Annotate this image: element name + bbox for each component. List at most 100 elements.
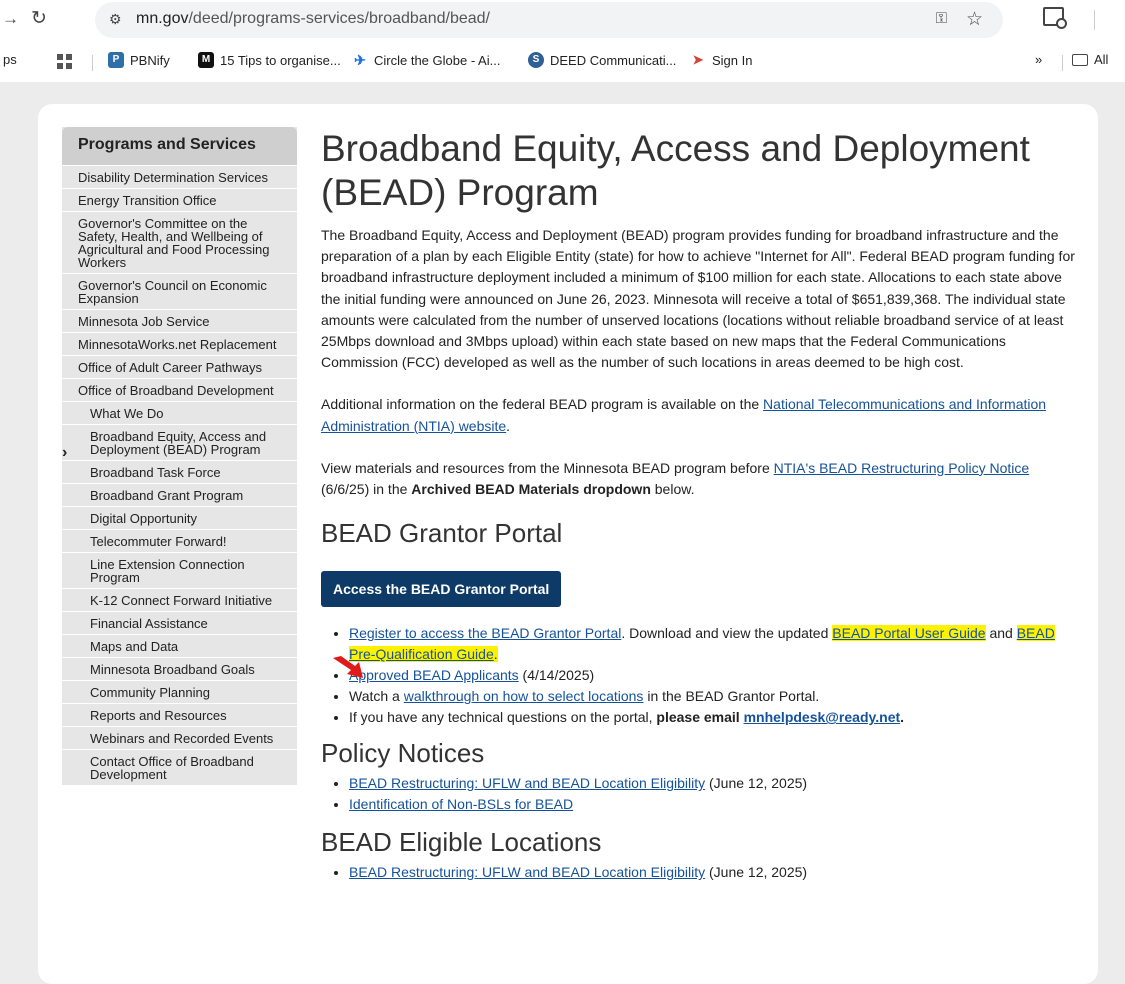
sidebar-item-label: Energy Transition Office xyxy=(78,193,217,208)
sidebar-item-label: Maps and Data xyxy=(90,639,179,654)
list-item: BEAD Restructuring: UFLW and BEAD Locati… xyxy=(349,773,1076,794)
bookmark-label: Sign In xyxy=(712,52,753,68)
restructuring-notice-link[interactable]: NTIA's BEAD Restructuring Policy Notice xyxy=(774,460,1030,476)
sidebar-item-label: Digital Opportunity xyxy=(90,511,197,526)
cast-icon[interactable] xyxy=(1043,7,1067,29)
text: . xyxy=(493,646,498,663)
sidebar-item-label: Minnesota Broadband Goals xyxy=(90,662,255,677)
bookmark-divider xyxy=(1062,55,1063,71)
password-key-icon[interactable]: ⚿ xyxy=(936,10,947,27)
folder-icon xyxy=(1072,53,1088,66)
bookmark-fragment[interactable]: ps xyxy=(3,52,17,67)
sidebar-item[interactable]: Community Planning xyxy=(62,680,297,703)
policy-link[interactable]: Identification of Non-BSLs for BEAD xyxy=(349,796,573,812)
approved-applicants-link[interactable]: Approved BEAD Applicants xyxy=(349,667,519,683)
sidebar-item-label: Broadband Task Force xyxy=(90,465,221,480)
text: If you have any technical questions on t… xyxy=(349,709,657,726)
all-bookmarks-label: All xyxy=(1094,52,1109,67)
url-host: mn.gov xyxy=(136,10,189,27)
sidebar-item[interactable]: Minnesota Job Service xyxy=(62,309,297,332)
sidebar-item[interactable]: Webinars and Recorded Events xyxy=(62,726,297,749)
grantor-portal-heading: BEAD Grantor Portal xyxy=(321,518,563,549)
url-text[interactable]: mn.gov/deed/programs-services/broadband/… xyxy=(136,10,490,28)
sidebar-item[interactable]: Digital Opportunity xyxy=(62,506,297,529)
bookmark-circle-globe[interactable]: ✈ Circle the Globe - Ai... xyxy=(352,52,500,68)
sidebar-item[interactable]: Telecommuter Forward! xyxy=(62,529,297,552)
bookmark-pbnify[interactable]: P PBNify xyxy=(108,52,170,68)
policy-list: BEAD Restructuring: UFLW and BEAD Locati… xyxy=(321,773,1076,815)
sidebar-item[interactable]: Contact Office of Broadband Development xyxy=(62,749,297,785)
list-item: If you have any technical questions on t… xyxy=(349,707,1076,728)
text: (June 12, 2025) xyxy=(705,775,808,792)
sidebar-item[interactable]: Governor's Committee on the Safety, Heal… xyxy=(62,211,297,273)
sidebar-item[interactable]: Disability Determination Services xyxy=(62,165,297,188)
apps-grid-icon[interactable] xyxy=(57,54,72,69)
bookmark-deed-communications[interactable]: S DEED Communicati... xyxy=(528,52,676,68)
list-item: Register to access the BEAD Grantor Port… xyxy=(349,623,1076,665)
all-bookmarks-button[interactable]: All xyxy=(1072,52,1108,67)
sidebar-item[interactable]: Office of Broadband Development xyxy=(62,378,297,401)
sidebar-item[interactable]: MinnesotaWorks.net Replacement xyxy=(62,332,297,355)
sidebar-item[interactable]: Governor's Council on Economic Expansion xyxy=(62,273,297,309)
register-link[interactable]: Register to access the BEAD Grantor Port… xyxy=(349,625,621,641)
pbnify-favicon-icon: P xyxy=(108,52,124,68)
sidebar-item[interactable]: Line Extension Connection Program xyxy=(62,552,297,588)
sidebar-item[interactable]: What We Do xyxy=(62,401,297,424)
sidebar-item-label: Office of Adult Career Pathways xyxy=(78,360,263,375)
eligible-link[interactable]: BEAD Restructuring: UFLW and BEAD Locati… xyxy=(349,864,705,880)
sidebar-item[interactable]: Broadband Grant Program xyxy=(62,483,297,506)
text: Additional information on the federal BE… xyxy=(321,396,764,413)
bookmark-15-tips[interactable]: M 15 Tips to organise... xyxy=(198,52,341,68)
bookmark-sign-in[interactable]: ➤ Sign In xyxy=(690,52,752,68)
portal-user-guide-link[interactable]: BEAD Portal User Guide xyxy=(832,625,986,642)
sidebar-item-label: Community Planning xyxy=(90,685,210,700)
sidebar-item[interactable]: Reports and Resources xyxy=(62,703,297,726)
page-title: Broadband Equity, Access and Deployment … xyxy=(321,128,1030,213)
sharepoint-favicon-icon: S xyxy=(528,52,544,68)
sidebar-item-label: Broadband Equity, Access and Deployment … xyxy=(90,429,267,457)
sidebar-item-label: Financial Assistance xyxy=(90,616,208,631)
sign-in-favicon-icon: ➤ xyxy=(690,52,706,68)
main-content: Broadband Equity, Access and Deployment … xyxy=(321,127,1076,883)
policy-notices-heading: Policy Notices xyxy=(321,738,485,769)
text: . xyxy=(506,417,511,434)
text: (6/6/25) in the xyxy=(321,481,412,498)
reload-icon[interactable]: ↻ xyxy=(31,7,47,30)
sidebar-item[interactable]: Maps and Data xyxy=(62,634,297,657)
policy-link[interactable]: BEAD Restructuring: UFLW and BEAD Locati… xyxy=(349,775,705,791)
walkthrough-link[interactable]: walkthrough on how to select locations xyxy=(404,688,644,704)
bookmark-label: Circle the Globe - Ai... xyxy=(374,52,501,68)
list-item: Watch a walkthrough on how to select loc… xyxy=(349,686,1076,707)
access-grantor-portal-button[interactable]: Access the BEAD Grantor Portal xyxy=(321,571,562,608)
sidebar-item[interactable]: Broadband Task Force xyxy=(62,460,297,483)
bookmark-overflow-button[interactable]: » xyxy=(1035,52,1042,67)
sidebar-item-label: Reports and Resources xyxy=(90,708,227,723)
site-info-icon[interactable]: ⚙ xyxy=(109,11,122,28)
sidebar-item-label: Minnesota Job Service xyxy=(78,314,210,329)
sidebar-item-label: What We Do xyxy=(90,406,164,421)
bookmark-star-icon[interactable]: ☆ xyxy=(966,8,983,31)
helpdesk-email-link[interactable]: mnhelpdesk@ready.net xyxy=(744,709,901,725)
bookmark-label: 15 Tips to organise... xyxy=(220,52,341,68)
programs-sidebar: Programs and Services Disability Determi… xyxy=(62,127,297,785)
bookmark-divider xyxy=(92,55,93,71)
sidebar-item-label: Governor's Committee on the Safety, Heal… xyxy=(78,216,270,270)
sidebar-item-label: Contact Office of Broadband Development xyxy=(90,754,254,782)
text: below. xyxy=(650,481,695,498)
sidebar-item[interactable]: Financial Assistance xyxy=(62,611,297,634)
sidebar-item-label: Governor's Council on Economic Expansion xyxy=(78,278,267,306)
address-bar[interactable]: ⚙ mn.gov/deed/programs-services/broadban… xyxy=(95,2,1003,38)
eligible-list: BEAD Restructuring: UFLW and BEAD Locati… xyxy=(321,862,1076,883)
sidebar-item[interactable]: Broadband Equity, Access and Deployment … xyxy=(62,424,297,461)
eligible-locations-heading: BEAD Eligible Locations xyxy=(321,827,602,858)
forward-arrow-icon[interactable]: → xyxy=(2,9,19,29)
sidebar-item[interactable]: K-12 Connect Forward Initiative xyxy=(62,588,297,611)
plane-favicon-icon: ✈ xyxy=(352,52,368,68)
sidebar-item[interactable]: Energy Transition Office xyxy=(62,188,297,211)
sidebar-item[interactable]: Minnesota Broadband Goals xyxy=(62,657,297,680)
sidebar-item[interactable]: Office of Adult Career Pathways xyxy=(62,355,297,378)
bookmark-label: DEED Communicati... xyxy=(550,52,677,68)
sidebar-item-label: Webinars and Recorded Events xyxy=(90,731,274,746)
sidebar-item-label: Disability Determination Services xyxy=(78,170,269,185)
bookmark-label: PBNify xyxy=(130,52,170,68)
